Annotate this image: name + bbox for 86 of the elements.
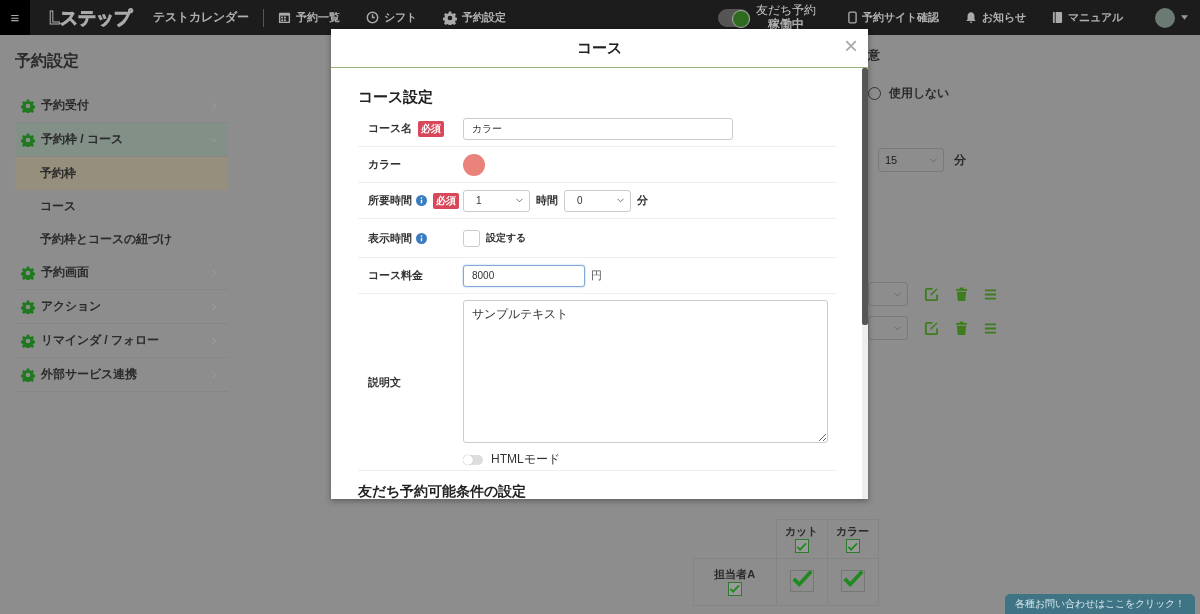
field-label: 所要時間 (368, 193, 412, 208)
field-label: コース名 (368, 121, 412, 136)
clock-icon (366, 11, 379, 24)
gear-icon (21, 299, 35, 314)
column-header: カット (784, 524, 819, 539)
column-header: カラー (835, 524, 870, 539)
toggle-caption: 友だち予約 (756, 3, 816, 17)
gear-icon (21, 367, 35, 382)
chevron-icon (894, 291, 901, 297)
calendar-name: テストカレンダー (153, 9, 249, 26)
course-name-field[interactable]: カラー (463, 117, 733, 140)
scrollbar[interactable] (862, 68, 868, 325)
toggle-switch[interactable] (718, 8, 750, 27)
minutes-select[interactable]: 0 (564, 189, 631, 212)
unit-label: 分 (954, 151, 966, 169)
menu-icon[interactable] (984, 287, 997, 301)
menu-button[interactable]: ≡ (0, 0, 30, 35)
nav-link[interactable]: 予約一覧 (278, 10, 340, 25)
edit-icon[interactable] (924, 320, 939, 336)
phone-icon (848, 11, 857, 24)
toggle-label: HTMLモード (491, 451, 560, 468)
trash-icon[interactable] (955, 320, 968, 336)
field-label: 説明文 (368, 374, 401, 390)
edit-icon[interactable] (924, 286, 939, 302)
sidebar-title: 予約設定 (15, 51, 80, 71)
section-heading: コース設定 (358, 88, 434, 107)
field-label: 表示時間 (368, 230, 412, 246)
checkbox[interactable] (789, 570, 814, 592)
checkbox[interactable] (845, 539, 860, 553)
toggle-switch[interactable] (463, 454, 483, 465)
calendar-icon (278, 11, 291, 24)
nav-link[interactable]: 予約設定 (443, 10, 506, 25)
sidebar-subitem[interactable]: 予約枠 (15, 157, 228, 190)
sidebar-subitem[interactable]: コース (15, 190, 228, 223)
bell-icon (965, 11, 977, 24)
section-heading: 友だち予約可能条件の設定 (358, 483, 527, 499)
gear-icon (21, 265, 35, 280)
sidebar-item[interactable]: アクション (15, 290, 228, 324)
unit-label: 円 (591, 268, 602, 283)
select-field[interactable]: 15 (878, 148, 944, 172)
required-badge: 必須 (418, 120, 444, 137)
chevron-icon (516, 198, 523, 203)
book-icon (1052, 11, 1063, 24)
gear-icon (443, 10, 457, 25)
checkbox[interactable] (840, 570, 865, 592)
sidebar-item[interactable]: 外部サービス連携 (15, 358, 228, 392)
caret-icon[interactable] (1181, 15, 1188, 20)
avatar[interactable] (1155, 7, 1175, 28)
nav-link[interactable]: シフト (366, 10, 417, 25)
heading-fragment: 意 (868, 46, 880, 64)
menu-icon[interactable] (984, 321, 997, 335)
checkmark-icon (729, 583, 741, 595)
checkmark-icon (796, 540, 807, 552)
dialog-title: コース (577, 38, 622, 58)
sidebar-item[interactable]: 予約枠 / コース (15, 123, 228, 157)
gear-icon (21, 132, 35, 147)
required-badge: 必須 (433, 192, 459, 209)
chevron-icon (930, 157, 937, 163)
checkmark-icon (847, 540, 858, 552)
sidebar-subitem[interactable]: 予約枠とコースの紐づけ (15, 223, 228, 256)
field-label: カラー (368, 157, 401, 172)
field-label: コース料金 (368, 268, 423, 283)
unit-label: 分 (637, 193, 648, 208)
checkbox-label: 設定する (486, 231, 526, 245)
chevron-icon (894, 325, 901, 331)
gear-icon (21, 333, 35, 348)
logo[interactable]: Lステップ (46, 5, 135, 30)
checkbox[interactable] (794, 539, 809, 553)
header-link[interactable]: お知らせ (965, 10, 1026, 25)
help-button[interactable]: 各種お問い合わせはここをクリック！ (1005, 594, 1195, 614)
sidebar-item[interactable]: リマインダ / フォロー (15, 324, 228, 358)
sidebar-item[interactable]: 予約画面 (15, 256, 228, 290)
row-header: 担当者A (713, 566, 757, 582)
checkbox[interactable] (727, 581, 742, 596)
radio-label: 使用しない (889, 84, 949, 102)
gear-icon (21, 98, 35, 113)
header-link[interactable]: 予約サイト確認 (848, 10, 939, 25)
price-field[interactable]: 8000 (463, 264, 585, 287)
hours-select[interactable]: 1 (463, 189, 530, 212)
trash-icon[interactable] (955, 286, 968, 302)
chevron-icon (617, 198, 624, 203)
color-swatch[interactable] (463, 153, 485, 176)
unit-label: 時間 (536, 193, 558, 208)
description-field[interactable]: サンプルテキスト (463, 300, 828, 443)
header-link[interactable]: マニュアル (1052, 10, 1123, 25)
toggle-label: 稼働中 (768, 17, 804, 32)
